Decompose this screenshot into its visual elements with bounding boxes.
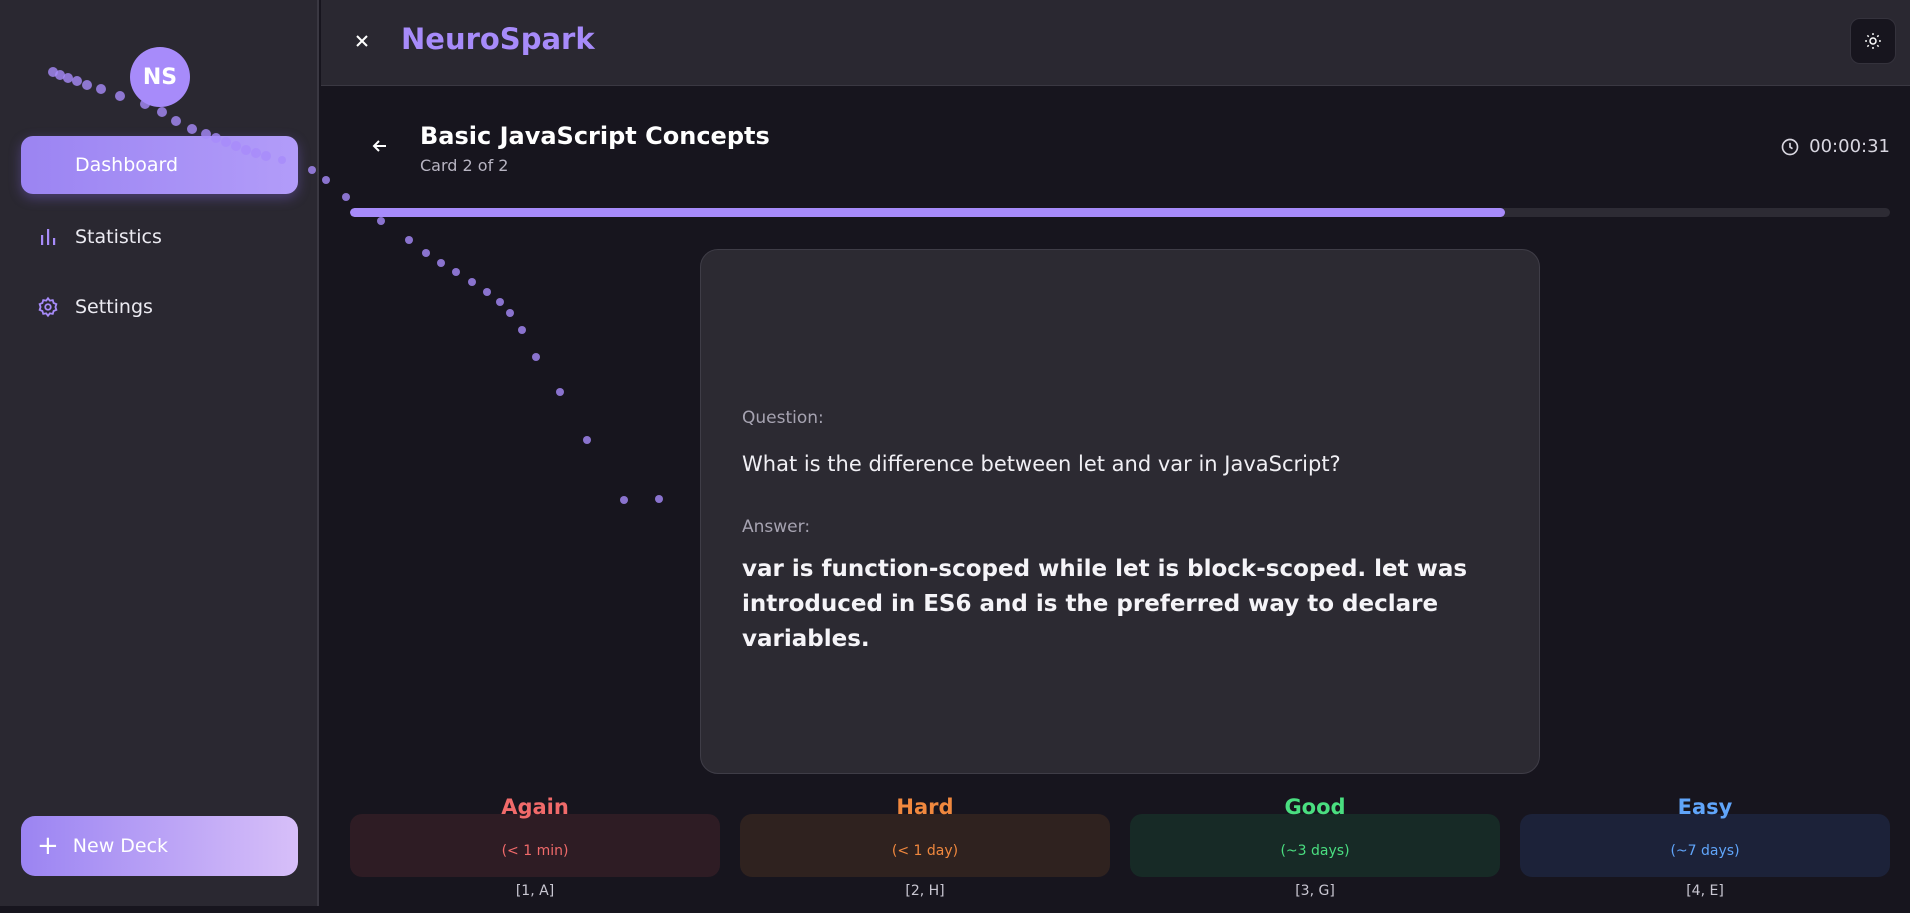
card-position: Card 2 of 2 xyxy=(420,156,509,175)
sun-icon xyxy=(1865,33,1881,49)
progress-bar xyxy=(350,208,1890,217)
plus-icon: + xyxy=(37,831,59,861)
sidebar-item-label: Dashboard xyxy=(75,154,179,176)
hard-interval: (< 1 day) xyxy=(891,843,959,859)
hard-label: Hard xyxy=(896,795,954,819)
app-title: NeuroSpark xyxy=(401,22,595,56)
sidebar-item-settings[interactable]: Settings xyxy=(21,278,298,336)
close-button[interactable] xyxy=(347,26,377,56)
back-button[interactable] xyxy=(366,132,394,160)
hard-shortcut: [2, H] xyxy=(905,883,945,899)
easy-label: Easy xyxy=(1677,795,1733,819)
arrow-left-icon xyxy=(372,140,386,152)
avatar[interactable]: NS xyxy=(130,47,190,107)
again-interval: (< 1 min) xyxy=(501,843,569,859)
question-label: Question: xyxy=(742,408,824,428)
top-bar: NeuroSpark xyxy=(321,0,1910,86)
easy-shortcut: [4, E] xyxy=(1686,883,1724,899)
progress-fill xyxy=(350,208,1505,217)
good-label: Good xyxy=(1284,795,1346,819)
sidebar-item-label: Statistics xyxy=(75,226,162,248)
sidebar-item-statistics[interactable]: Statistics xyxy=(21,208,298,266)
clock-icon xyxy=(1780,137,1800,157)
study-timer: 00:00:31 xyxy=(1780,136,1890,157)
easy-interval: (~7 days) xyxy=(1670,843,1740,859)
new-deck-label: New Deck xyxy=(72,835,169,857)
question-text: What is the difference between let and v… xyxy=(742,452,1341,476)
again-shortcut: [1, A] xyxy=(515,883,555,899)
answer-text: var is function-scoped while let is bloc… xyxy=(742,556,1468,652)
gear-icon xyxy=(35,294,61,320)
close-icon xyxy=(356,35,368,47)
sidebar: NS Dashboard Statistics Settings + New D… xyxy=(0,0,319,906)
answer-label: Answer: xyxy=(742,517,811,537)
new-deck-button[interactable]: + New Deck xyxy=(21,816,298,876)
dashboard-icon xyxy=(35,152,61,178)
sidebar-item-label: Settings xyxy=(75,296,153,318)
good-interval: (~3 days) xyxy=(1280,843,1350,859)
good-shortcut: [3, G] xyxy=(1295,883,1335,899)
again-label: Again xyxy=(501,795,569,819)
deck-title: Basic JavaScript Concepts xyxy=(420,122,770,150)
flashcard[interactable]: Question: What is the difference between… xyxy=(700,249,1540,774)
bar-chart-icon xyxy=(35,224,61,250)
timer-value: 00:00:31 xyxy=(1809,136,1890,157)
sidebar-item-dashboard[interactable]: Dashboard xyxy=(21,136,298,194)
theme-toggle-button[interactable] xyxy=(1850,18,1896,64)
